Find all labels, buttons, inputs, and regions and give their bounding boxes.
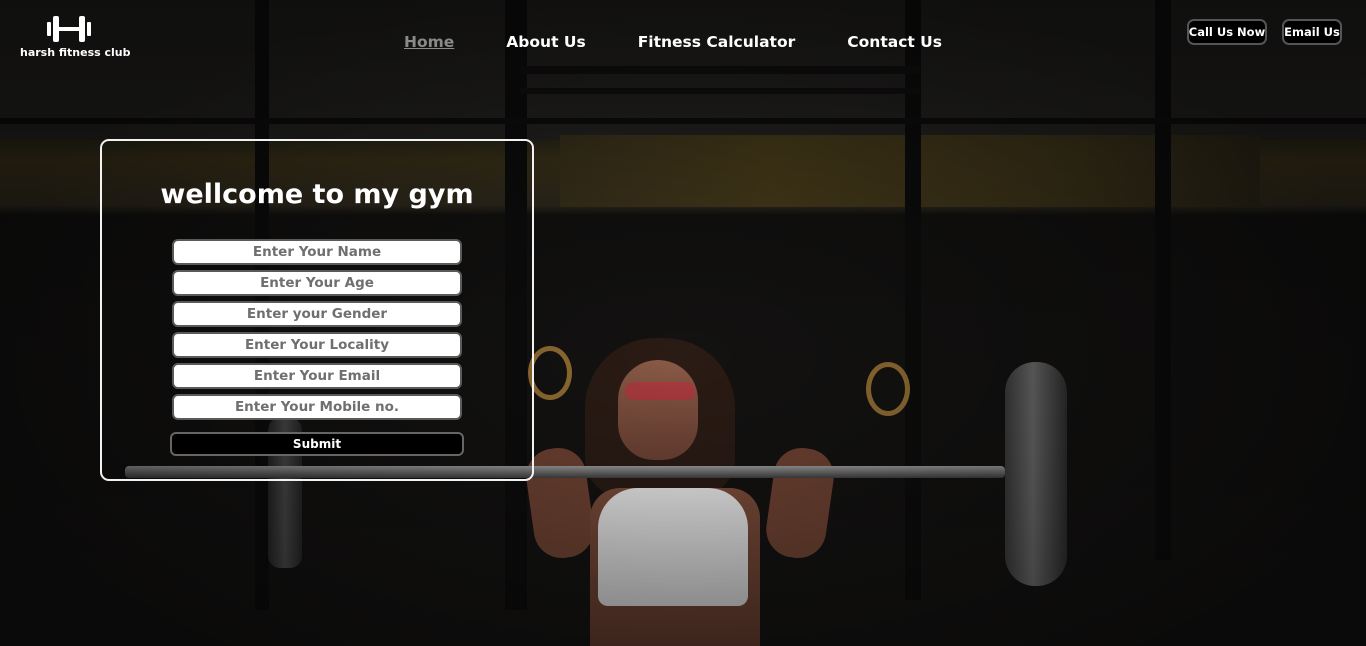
age-input[interactable] (172, 270, 462, 296)
nav-item-home[interactable]: Home (404, 33, 454, 51)
locality-input[interactable] (172, 332, 462, 358)
main-nav: Home About Us Fitness Calculator Contact… (404, 33, 994, 51)
submit-button[interactable]: Submit (170, 432, 464, 456)
email-us-button[interactable]: Email Us (1282, 19, 1342, 45)
signup-form-card: wellcome to my gym Submit (100, 139, 534, 481)
nav-item-about-us[interactable]: About Us (506, 33, 585, 51)
brand-logo[interactable]: harsh fitness club (20, 14, 131, 59)
form-title: wellcome to my gym (160, 179, 474, 210)
email-input[interactable] (172, 363, 462, 389)
call-us-now-button[interactable]: Call Us Now (1187, 19, 1267, 45)
gender-input[interactable] (172, 301, 462, 327)
mobile-input[interactable] (172, 394, 462, 420)
nav-item-fitness-calculator[interactable]: Fitness Calculator (638, 33, 796, 51)
name-input[interactable] (172, 239, 462, 265)
form-fields (172, 239, 464, 425)
brand-name: harsh fitness club (20, 46, 131, 59)
dumbbell-icon (47, 16, 91, 42)
nav-item-contact-us[interactable]: Contact Us (847, 33, 942, 51)
